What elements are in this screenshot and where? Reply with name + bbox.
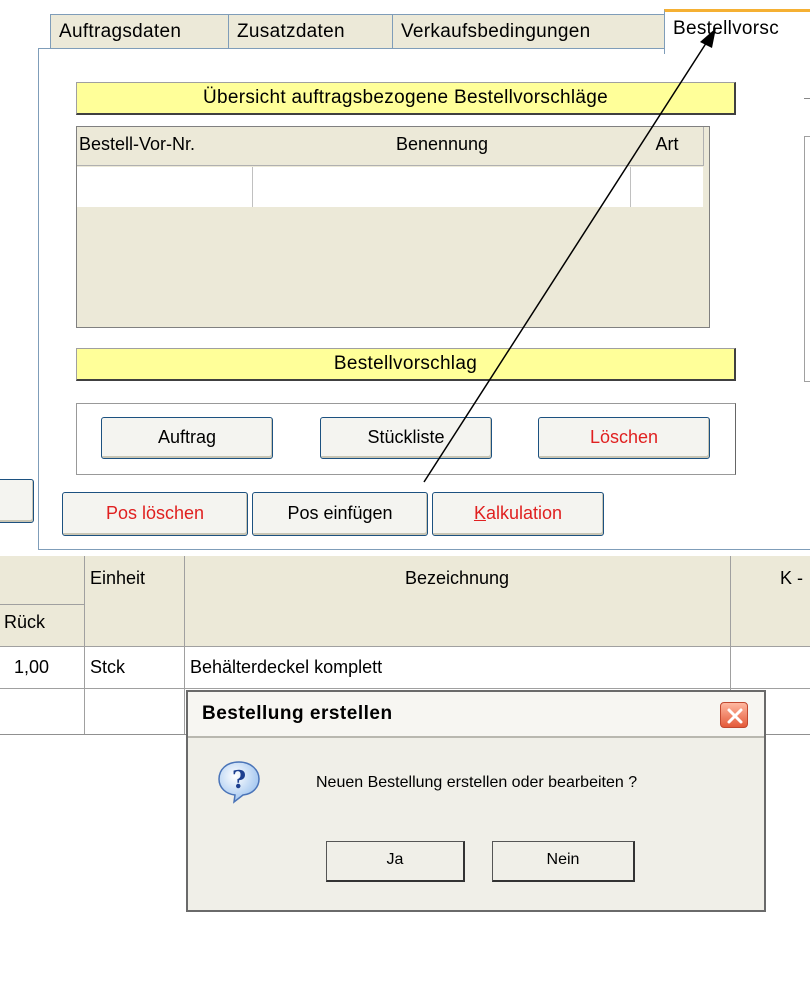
- annotation-arrow: [423, 28, 716, 483]
